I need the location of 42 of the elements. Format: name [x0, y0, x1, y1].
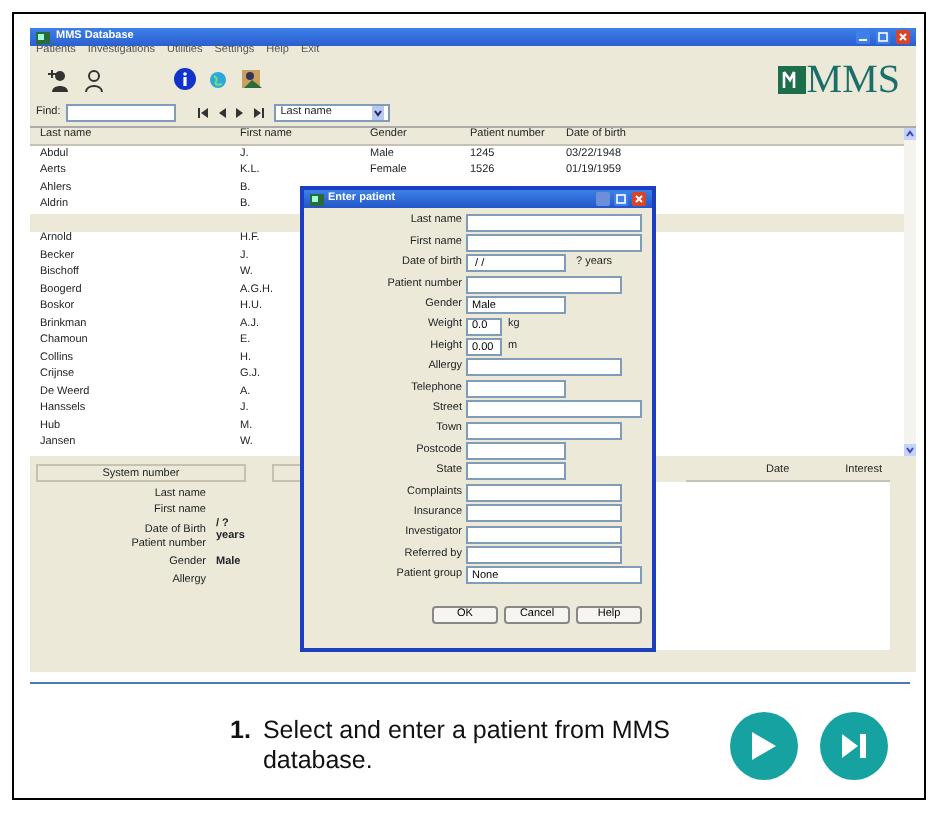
scroll-down-icon[interactable]: [904, 444, 916, 456]
app-icon: [310, 193, 324, 205]
input-field[interactable]: [466, 379, 566, 398]
input-field[interactable]: [466, 525, 622, 544]
input-field[interactable]: [466, 234, 642, 253]
app-icon: [36, 31, 50, 43]
step-number: 1.: [230, 716, 251, 748]
next-record-icon[interactable]: [234, 106, 247, 120]
close-button[interactable]: [632, 192, 646, 206]
person-icon[interactable]: [82, 67, 106, 91]
input-field[interactable]: [466, 213, 642, 232]
skip-forward-icon: [840, 732, 868, 760]
minimize-button[interactable]: [856, 30, 870, 44]
input-field[interactable]: [466, 441, 566, 460]
input-field[interactable]: [466, 483, 622, 502]
input-field[interactable]: [466, 504, 622, 523]
input-field[interactable]: [466, 421, 622, 440]
play-icon: [750, 730, 778, 762]
maximize-button[interactable]: [614, 192, 628, 206]
input-field[interactable]: [466, 545, 622, 564]
input-field[interactable]: [466, 275, 622, 294]
maximize-button[interactable]: [876, 30, 890, 44]
play-button[interactable]: [730, 712, 798, 780]
people-chart-icon[interactable]: [240, 68, 264, 90]
last-record-icon[interactable]: [252, 106, 265, 120]
find-field[interactable]: [66, 104, 177, 122]
globe-icon[interactable]: [208, 69, 228, 89]
skip-forward-button[interactable]: [820, 712, 888, 780]
previous-record-icon[interactable]: [216, 106, 229, 120]
first-record-icon[interactable]: [198, 106, 211, 120]
close-button[interactable]: [896, 30, 910, 44]
info-icon[interactable]: [174, 68, 196, 90]
caret-icon: [372, 106, 385, 120]
add-person-icon[interactable]: [46, 67, 70, 91]
input-field[interactable]: [466, 358, 622, 377]
input-field[interactable]: [466, 400, 642, 419]
step-text: Select and enter a patient from MMS database.: [262, 716, 670, 776]
logo-text: MMS: [806, 59, 900, 99]
logo-icon: [778, 65, 807, 93]
input-field[interactable]: [466, 462, 566, 481]
scrollbar[interactable]: [904, 128, 916, 456]
scroll-up-icon[interactable]: [904, 128, 916, 140]
